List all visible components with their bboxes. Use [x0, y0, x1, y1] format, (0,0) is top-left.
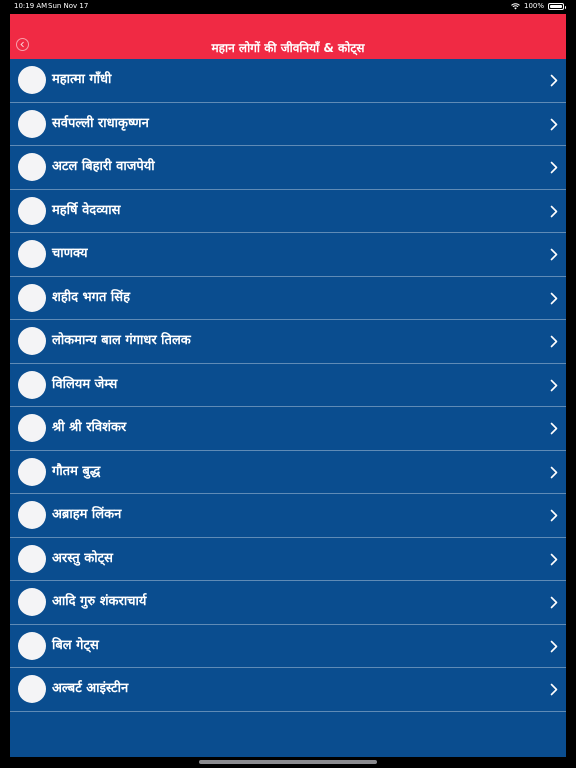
chevron-right-icon	[550, 118, 558, 130]
chevron-right-icon	[550, 596, 558, 609]
list-item[interactable]: गौतम बुद्ध	[10, 451, 566, 494]
battery-icon	[548, 2, 566, 10]
list-item-label: शहीद भगत सिंह	[52, 289, 130, 305]
list-item-label: बिल गेट्स	[52, 637, 99, 653]
list-item-label: लोकमान्य बाल गंगाधर तिलक	[52, 333, 191, 348]
list-item[interactable]: महात्मा गाँधी	[10, 59, 566, 103]
chevron-right-icon	[550, 74, 558, 87]
header-bar: महान लोगों की जीवनियाँ & कोट्स	[10, 14, 566, 59]
battery-percent: 100%	[523, 2, 544, 10]
page-title: महान लोगों की जीवनियाँ & कोट्स	[211, 41, 365, 55]
avatar	[18, 109, 46, 138]
list-item-label: चाणक्य	[52, 246, 88, 261]
list-item[interactable]: श्री श्री रविशंकर	[10, 407, 566, 451]
home-indicator[interactable]	[199, 760, 377, 764]
avatar	[18, 370, 46, 399]
chevron-right-icon	[550, 335, 558, 348]
avatar	[18, 240, 46, 268]
chevron-right-icon	[550, 640, 558, 652]
chevron-right-icon	[550, 248, 558, 261]
status-right: 100%	[511, 2, 566, 10]
chevron-right-icon	[550, 683, 558, 696]
avatar	[18, 283, 46, 312]
chevron-right-icon	[550, 509, 558, 522]
list-item-label: महात्मा गाँधी	[52, 72, 112, 87]
list-item-label: अटल बिहारी वाजपेयी	[52, 159, 155, 174]
avatar	[18, 327, 46, 355]
chevron-right-icon	[550, 205, 558, 217]
avatar	[18, 544, 46, 573]
list-item[interactable]: अटल बिहारी वाजपेयी	[10, 146, 566, 190]
avatar	[18, 457, 46, 486]
app-window: महान लोगों की जीवनियाँ & कोट्स महात्मा ग…	[10, 14, 566, 757]
list-item[interactable]: अरस्तु कोट्स	[10, 538, 566, 581]
list-item-label: अल्बर्ट आइंस्टीन	[52, 681, 129, 696]
list-item[interactable]: अल्बर्ट आइंस्टीन	[10, 668, 566, 712]
avatar	[18, 196, 46, 225]
chevron-right-icon	[550, 422, 558, 435]
chevron-right-icon	[550, 379, 558, 391]
biography-list: महात्मा गाँधी सर्वपल्ली राधाकृष्णन अटल ब…	[10, 59, 566, 712]
list-item-label: श्री श्री रविशंकर	[52, 420, 127, 435]
wifi-icon	[511, 2, 520, 9]
status-date: Sun Nov 17	[48, 2, 89, 10]
chevron-right-icon	[550, 161, 558, 174]
avatar	[18, 588, 46, 616]
avatar	[18, 66, 46, 94]
avatar	[18, 414, 46, 442]
list-item[interactable]: महर्षि वेदव्यास	[10, 190, 566, 233]
list-item-label: आदि गुरु शंकराचार्य	[52, 594, 147, 609]
chevron-right-icon	[550, 292, 558, 304]
list-item-label: अब्राहम लिंकन	[52, 507, 122, 522]
list-item[interactable]: लोकमान्य बाल गंगाधर तिलक	[10, 320, 566, 364]
status-time: 10:19 AM	[14, 2, 48, 10]
list-item[interactable]: अब्राहम लिंकन	[10, 494, 566, 538]
list-item[interactable]: बिल गेट्स	[10, 625, 566, 668]
chevron-right-icon	[550, 466, 558, 478]
avatar	[18, 631, 46, 660]
chevron-right-icon	[550, 553, 558, 565]
avatar	[18, 153, 46, 181]
avatar	[18, 675, 46, 703]
list-item[interactable]: सर्वपल्ली राधाकृष्णन	[10, 103, 566, 146]
list-item-label: महर्षि वेदव्यास	[52, 202, 121, 218]
status-bar: 10:19 AM Sun Nov 17 100%	[0, 0, 576, 14]
list-item[interactable]: विलियम जेम्स	[10, 364, 566, 407]
list-item[interactable]: चाणक्य	[10, 233, 566, 277]
list-item-label: सर्वपल्ली राधाकृष्णन	[52, 115, 149, 131]
list-item[interactable]: शहीद भगत सिंह	[10, 277, 566, 320]
list-item-label: विलियम जेम्स	[52, 376, 118, 392]
list-item[interactable]: आदि गुरु शंकराचार्य	[10, 581, 566, 625]
avatar	[18, 501, 46, 529]
list-item-label: अरस्तु कोट्स	[52, 550, 113, 566]
list-item-label: गौतम बुद्ध	[52, 463, 101, 479]
